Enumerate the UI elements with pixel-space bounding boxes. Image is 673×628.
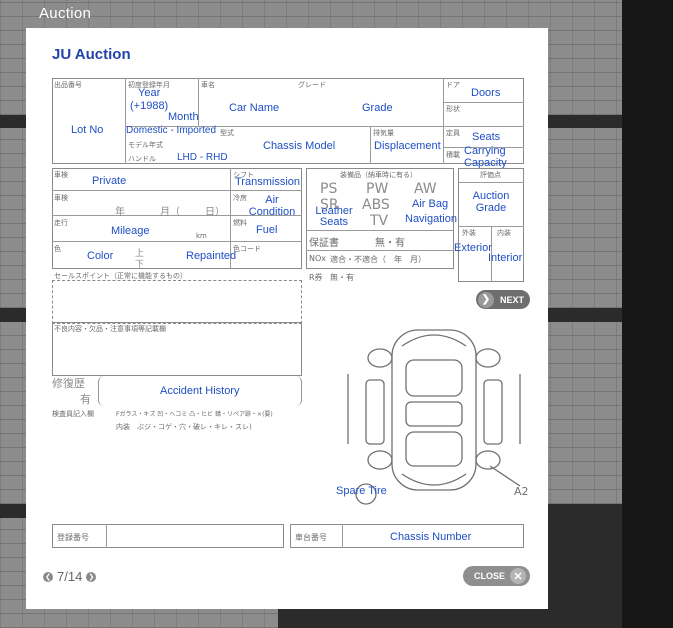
label-year-sub: (+1988) [130, 100, 169, 112]
jp-nenryou: 燃料 [233, 219, 247, 227]
jp-lot-header: 出品番号 [54, 81, 82, 89]
label-spare-tire: Spare Tire [336, 485, 387, 497]
label-auction-grade: Auction Grade [472, 190, 510, 214]
jp-inspect-line1: Fガラス・キズ 凹・ヘコミ 凸・ヒビ 錆・リペア跡・×(要) [116, 411, 273, 418]
jp-hoshousho: 保証書 [309, 238, 339, 249]
equipment-tv: TV [370, 213, 389, 229]
jp-inspector: 検査員記入欄 [52, 410, 94, 418]
jp-nashi-ari: 無・有 [375, 238, 405, 249]
next-button-label: NEXT [500, 294, 525, 305]
label-lot-no: Lot No [71, 124, 104, 136]
label-color: Color [87, 250, 114, 262]
label-displacement: Displacement [374, 140, 441, 152]
label-accident-history: Accident History [160, 385, 240, 397]
lightbox-modal: JU Auction 出品番号 初度登録年月 車名 グレード ドア 形状 モデル… [26, 28, 548, 609]
equipment-ps: PS [320, 181, 338, 197]
label-chassis-model: Chassis Model [263, 140, 336, 152]
equipment-abs: ABS [362, 197, 390, 213]
label-air-bag: Air Bag [412, 198, 449, 210]
close-button[interactable]: CLOSE ✕ [463, 566, 530, 586]
jp-handle: ハンドル [128, 155, 156, 163]
jp-gaisou: 外装 [462, 229, 476, 237]
label-interior: Interior [488, 252, 523, 264]
label-carrying-capacity: Carrying Capacity [464, 145, 507, 169]
jp-shape-header: 形状 [446, 105, 460, 113]
label-doors: Doors [471, 87, 501, 99]
label-leather-seats: Leather Seats [315, 205, 353, 228]
jp-iro-code: 色コード [233, 245, 261, 253]
jp-shaken: 車検 [54, 171, 68, 179]
sales-point-box [52, 280, 302, 324]
close-button-label: CLOSE [473, 571, 505, 581]
jp-nen: 年 [115, 207, 125, 218]
jp-shaken-2: 車検 [54, 194, 68, 202]
jp-nox: NOx [309, 254, 327, 263]
jp-nox-value: 適合・不適合（ 年 月） [330, 255, 426, 264]
jp-tsuki: 月（ [160, 207, 180, 218]
label-mileage: Mileage [111, 225, 150, 237]
svg-text:A2: A2 [514, 485, 529, 498]
jp-reg-no: 登録番号 [57, 533, 89, 542]
jp-repair: 修復歴 [52, 377, 85, 390]
jp-car-header: 車名 [201, 81, 215, 89]
label-year: Year [138, 87, 161, 99]
label-chassis-number: Chassis Number [390, 531, 472, 543]
label-transmission: Transmission [235, 176, 300, 188]
jp-defects: 不良内容・欠品・注意事項等記載欄 [54, 325, 166, 333]
jp-km: km [196, 232, 207, 240]
car-diagram-icon: A2 [347, 329, 529, 505]
jp-haiki: 排気量 [373, 129, 394, 137]
auction-sheet-image: JU Auction 出品番号 初度登録年月 車名 グレード ドア 形状 モデル… [40, 42, 534, 554]
label-navigation: Navigation [405, 213, 457, 225]
label-fuel: Fuel [256, 224, 278, 236]
jp-ari: 有 [80, 393, 91, 406]
label-exterior: Exterior [454, 242, 492, 254]
page-total: 14 [67, 569, 83, 584]
jp-katashiki: 型式 [220, 129, 234, 137]
sheet-title: JU Auction [52, 46, 131, 63]
jp-sekisai: 積載 [446, 151, 460, 159]
jp-model-year: モデル年式 [128, 141, 163, 149]
equipment-pw: PW [366, 181, 389, 197]
jp-soubi: 装備品（納車時に有る） [340, 171, 417, 179]
pagination: ❮ 7/14 ❯ [43, 569, 97, 584]
jp-soukou: 走行 [54, 219, 68, 227]
page-current: 7 [57, 569, 65, 584]
chevron-right-icon: ❯ [478, 291, 494, 308]
label-air-condition: Air Condition [248, 194, 296, 218]
jp-grade-header: グレード [298, 81, 326, 89]
label-repainted: Repainted [186, 250, 237, 262]
label-grade: Grade [362, 102, 393, 114]
label-lhd-rhd: LHD - RHD [177, 152, 228, 163]
equipment-aw: AW [414, 181, 437, 197]
next-image-button[interactable]: ❯ [86, 571, 97, 582]
jp-recycle: R券 [309, 273, 323, 282]
jp-teiin: 定員 [446, 129, 460, 137]
jp-nichi: 日） [205, 207, 225, 218]
lightbox-title: Auction [39, 5, 92, 22]
jp-chassis-no: 車台番号 [295, 533, 327, 542]
label-domestic-imported: Domestic - Imported [126, 125, 217, 136]
right-scroll-strip [622, 0, 673, 628]
jp-naisou: 内装 [497, 229, 511, 237]
jp-shita: 下 [135, 260, 145, 270]
prev-image-button[interactable]: ❮ [43, 571, 53, 582]
jp-door-header: ドア [446, 81, 460, 89]
next-button[interactable]: ❯ NEXT [476, 290, 530, 309]
label-car-name: Car Name [229, 102, 280, 114]
label-month: Month [168, 111, 199, 123]
close-icon: ✕ [510, 568, 526, 584]
label-seats: Seats [472, 131, 501, 143]
jp-recycle-value: 無・有 [330, 273, 354, 282]
jp-hyouka: 評価点 [480, 171, 501, 179]
jp-iro: 色 [54, 245, 61, 253]
label-private: Private [92, 175, 127, 187]
jp-inspect-line2: 内装 ぶジ・コゲ・穴・破レ・キレ・スレ) [116, 423, 252, 431]
